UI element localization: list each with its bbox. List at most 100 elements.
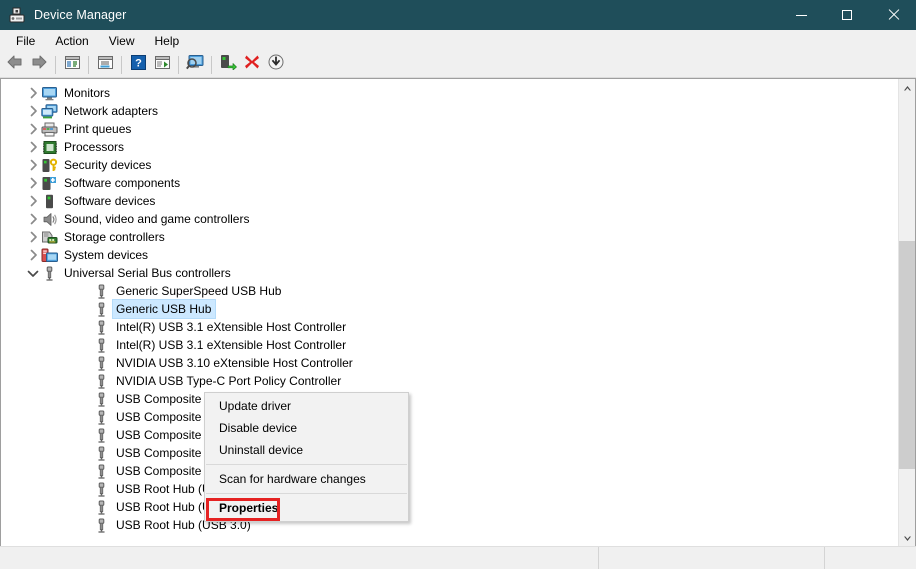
tree-item[interactable]: Generic USB Hub — [1, 299, 898, 319]
disable-device-button[interactable] — [264, 53, 288, 77]
usb-icon — [93, 391, 110, 407]
chevron-right-icon[interactable] — [25, 246, 41, 264]
context-menu-item[interactable]: Scan for hardware changes — [205, 468, 408, 490]
tree-indent-spacer — [77, 282, 93, 300]
tree-item-label: Software components — [64, 176, 181, 190]
minimize-button[interactable] — [778, 0, 824, 30]
back-button[interactable] — [3, 53, 27, 77]
chevron-right-icon[interactable] — [25, 120, 41, 138]
tree-item[interactable]: Storage controllers — [1, 228, 898, 246]
context-menu-item[interactable]: Update driver — [205, 395, 408, 417]
device-manager-window: Device Manager File Action View Help ? M… — [0, 0, 916, 569]
tree-item[interactable]: Generic SuperSpeed USB Hub — [1, 282, 898, 300]
chevron-right-icon[interactable] — [25, 174, 41, 192]
tree-item[interactable]: Intel(R) USB 3.1 eXtensible Host Control… — [1, 318, 898, 336]
help-button[interactable]: ? — [126, 53, 150, 77]
tree-indent-spacer — [77, 300, 93, 318]
context-menu-item[interactable]: Disable device — [205, 417, 408, 439]
tree-item[interactable]: Processors — [1, 138, 898, 156]
context-menu-item[interactable]: Uninstall device — [205, 439, 408, 461]
show-hide-action-pane-button[interactable] — [150, 53, 174, 77]
tree-item[interactable]: USB Composite Device — [1, 408, 898, 426]
tree-item[interactable]: Sound, video and game controllers — [1, 210, 898, 228]
processor-icon — [41, 139, 58, 155]
properties-button[interactable] — [93, 53, 117, 77]
usb-icon — [41, 265, 58, 281]
tree-indent-spacer — [77, 444, 93, 462]
menubar: File Action View Help — [0, 30, 916, 52]
context-menu[interactable]: Update driver Disable device Uninstall dev… — [204, 392, 409, 522]
chevron-down-icon[interactable] — [25, 264, 41, 282]
context-menu-item[interactable]: Properties — [205, 497, 408, 519]
tree-item[interactable]: Software components — [1, 174, 898, 192]
toolbar-separator — [211, 55, 212, 74]
chevron-right-icon[interactable] — [25, 102, 41, 120]
scan-for-hardware-changes-button[interactable] — [183, 53, 207, 77]
menu-help[interactable]: Help — [145, 31, 190, 52]
tree-item[interactable]: USB Root Hub (USB 3.0) — [1, 516, 898, 534]
tree-item-label: Monitors — [64, 86, 111, 100]
tree-item[interactable]: USB Composite Device — [1, 426, 898, 444]
context-menu-item-label: Scan for hardware changes — [219, 472, 366, 486]
tree-item[interactable]: USB Root Hub (USB 3.0) — [1, 480, 898, 498]
software-device-icon — [41, 193, 58, 209]
chevron-right-icon[interactable] — [25, 210, 41, 228]
tree-item[interactable]: Network adapters — [1, 102, 898, 120]
maximize-button[interactable] — [824, 0, 870, 30]
context-menu-item-label: Disable device — [219, 421, 298, 435]
tree-indent-spacer — [77, 336, 93, 354]
chevron-right-icon[interactable] — [25, 138, 41, 156]
usb-icon — [93, 409, 110, 425]
tree-indent-spacer — [77, 372, 93, 390]
scrollbar-thumb[interactable] — [899, 241, 915, 469]
svg-text:?: ? — [135, 57, 142, 69]
chevron-right-icon[interactable] — [25, 228, 41, 246]
chevron-right-icon[interactable] — [25, 156, 41, 174]
menu-action[interactable]: Action — [45, 31, 98, 52]
tree-item[interactable]: Print queues — [1, 120, 898, 138]
show-hide-console-tree-button[interactable] — [60, 53, 84, 77]
usb-icon — [93, 481, 110, 497]
usb-icon — [93, 373, 110, 389]
usb-icon — [93, 301, 110, 317]
software-component-icon — [41, 175, 58, 191]
usb-icon — [93, 283, 110, 299]
tree-item[interactable]: Universal Serial Bus controllers — [1, 264, 898, 282]
tree-item-label: Processors — [64, 140, 125, 154]
tree-item[interactable]: Security devices — [1, 156, 898, 174]
chevron-right-icon[interactable] — [25, 192, 41, 210]
tree-item[interactable]: System devices — [1, 246, 898, 264]
tree-item[interactable]: USB Composite Device — [1, 390, 898, 408]
device-tree[interactable]: Monitors Network adapters Print queues Proc… — [1, 79, 898, 546]
vertical-scrollbar[interactable] — [898, 79, 915, 546]
forward-button[interactable] — [27, 53, 51, 77]
usb-icon — [93, 355, 110, 371]
tree-item-label: NVIDIA USB Type-C Port Policy Controller — [116, 374, 342, 388]
sound-controller-icon — [41, 211, 58, 227]
scroll-up-button[interactable] — [899, 79, 915, 96]
tree-item[interactable]: USB Composite Device — [1, 444, 898, 462]
tree-item[interactable]: Monitors — [1, 84, 898, 102]
chevron-right-icon[interactable] — [25, 84, 41, 102]
menu-view[interactable]: View — [99, 31, 145, 52]
scan-for-hardware-changes-icon — [185, 54, 205, 75]
tree-item[interactable]: NVIDIA USB 3.10 eXtensible Host Controll… — [1, 354, 898, 372]
tree-item[interactable]: Intel(R) USB 3.1 eXtensible Host Control… — [1, 336, 898, 354]
content-area: Monitors Network adapters Print queues Proc… — [0, 78, 916, 546]
usb-icon — [93, 427, 110, 443]
tree-indent-spacer — [77, 390, 93, 408]
window-controls — [778, 0, 916, 30]
tree-item[interactable]: USB Root Hub (USB 3.0) — [1, 498, 898, 516]
update-driver-button[interactable] — [216, 53, 240, 77]
menu-file[interactable]: File — [6, 31, 45, 52]
usb-icon — [93, 445, 110, 461]
tree-item[interactable]: Software devices — [1, 192, 898, 210]
close-button[interactable] — [870, 0, 916, 30]
system-device-icon — [41, 247, 58, 263]
tree-item-label: System devices — [64, 248, 149, 262]
scroll-down-button[interactable] — [899, 529, 915, 546]
tree-item[interactable]: USB Composite Device — [1, 462, 898, 480]
tree-item[interactable]: NVIDIA USB Type-C Port Policy Controller — [1, 372, 898, 390]
uninstall-device-button[interactable] — [240, 53, 264, 77]
tree-item-label: Intel(R) USB 3.1 eXtensible Host Control… — [116, 320, 347, 334]
